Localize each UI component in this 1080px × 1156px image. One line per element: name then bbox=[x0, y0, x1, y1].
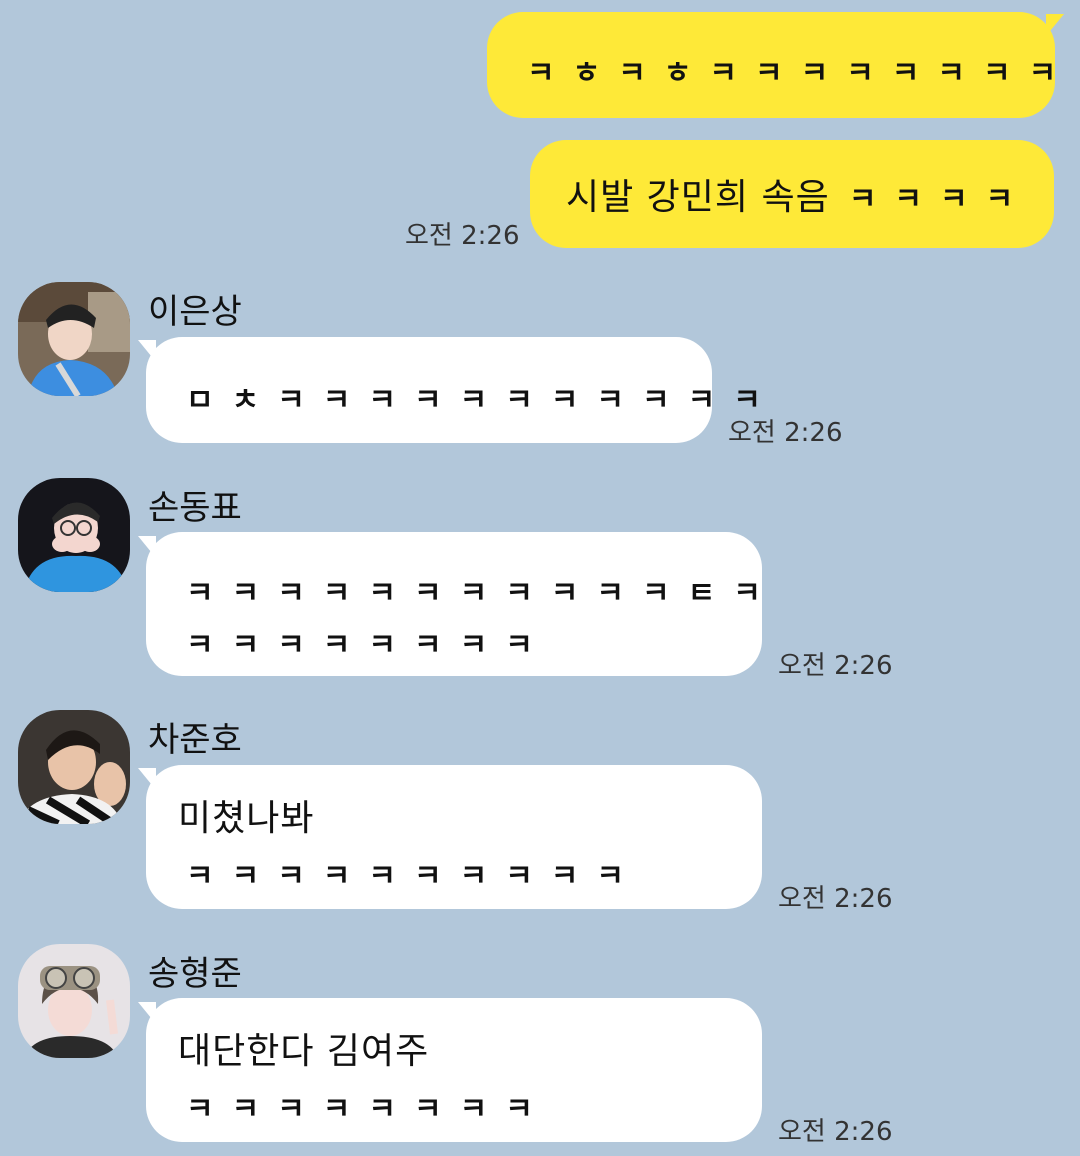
message-text-line: ㅋㅋㅋㅋㅋㅋㅋㅋ bbox=[186, 1092, 551, 1127]
message-text-line: 대단한다 김여주 bbox=[178, 1031, 430, 1072]
sender-name: 송형준 bbox=[148, 954, 242, 994]
profile-avatar[interactable] bbox=[18, 282, 130, 396]
message-text: ㅁㅊㅋㅋㅋㅋㅋㅋㅋㅋㅋㅋㅋ bbox=[186, 383, 779, 418]
message-timestamp: 오전 2:26 bbox=[778, 884, 893, 914]
profile-avatar[interactable] bbox=[18, 710, 130, 824]
message-text-line: ㅋㅋㅋㅋㅋㅋㅋㅋㅋㅋ bbox=[186, 859, 642, 894]
message-timestamp: 오전 2:26 bbox=[728, 418, 843, 448]
profile-photo-icon bbox=[18, 710, 130, 824]
message-text-line: 미쳤나봐 bbox=[178, 798, 315, 839]
outgoing-message-bubble[interactable]: ㅋㅎㅋㅎㅋㅋㅋㅋㅋㅋㅋㅋ bbox=[487, 12, 1075, 118]
message-text-laugh: ㅋㅋㅋㅋ bbox=[848, 182, 1032, 217]
profile-avatar[interactable] bbox=[18, 944, 130, 1058]
message-text-main: 시발 강민희 속음 bbox=[566, 177, 830, 218]
profile-avatar[interactable] bbox=[18, 478, 130, 592]
incoming-message-bubble[interactable]: 미쳤나봐 ㅋㅋㅋㅋㅋㅋㅋㅋㅋㅋ bbox=[146, 765, 762, 909]
message-text-line: ㅋㅋㅋㅋㅋㅋㅋㅋㅋㅋㅋㅌㅋ bbox=[186, 576, 779, 611]
sender-name: 손동표 bbox=[148, 488, 242, 528]
sender-name: 차준호 bbox=[148, 720, 242, 760]
outgoing-message-bubble[interactable]: 시발 강민희 속음 ㅋㅋㅋㅋ bbox=[530, 140, 1054, 248]
message-text: 시발 강민희 속음 ㅋㅋㅋㅋ bbox=[566, 168, 1054, 220]
profile-photo-icon bbox=[18, 478, 130, 592]
bubble-tail bbox=[1046, 14, 1064, 36]
incoming-message-bubble[interactable]: 대단한다 김여주 ㅋㅋㅋㅋㅋㅋㅋㅋ bbox=[146, 998, 762, 1142]
incoming-message-bubble[interactable]: ㅁㅊㅋㅋㅋㅋㅋㅋㅋㅋㅋㅋㅋ bbox=[146, 337, 779, 443]
chat-room[interactable]: ㅋㅎㅋㅎㅋㅋㅋㅋㅋㅋㅋㅋ 시발 강민희 속음 ㅋㅋㅋㅋ 오전 2:26 이은상 … bbox=[0, 0, 1080, 1156]
message-text: ㅋㅎㅋㅎㅋㅋㅋㅋㅋㅋㅋㅋ bbox=[527, 56, 1075, 91]
message-timestamp: 오전 2:26 bbox=[405, 221, 520, 251]
sender-name: 이은상 bbox=[148, 292, 242, 332]
profile-photo-icon bbox=[18, 944, 130, 1058]
message-timestamp: 오전 2:26 bbox=[778, 1117, 893, 1147]
message-timestamp: 오전 2:26 bbox=[778, 651, 893, 681]
profile-photo-icon bbox=[18, 282, 130, 396]
message-text-line: ㅋㅋㅋㅋㅋㅋㅋㅋ bbox=[186, 628, 551, 663]
incoming-message-bubble[interactable]: ㅋㅋㅋㅋㅋㅋㅋㅋㅋㅋㅋㅌㅋ ㅋㅋㅋㅋㅋㅋㅋㅋ bbox=[146, 532, 762, 676]
